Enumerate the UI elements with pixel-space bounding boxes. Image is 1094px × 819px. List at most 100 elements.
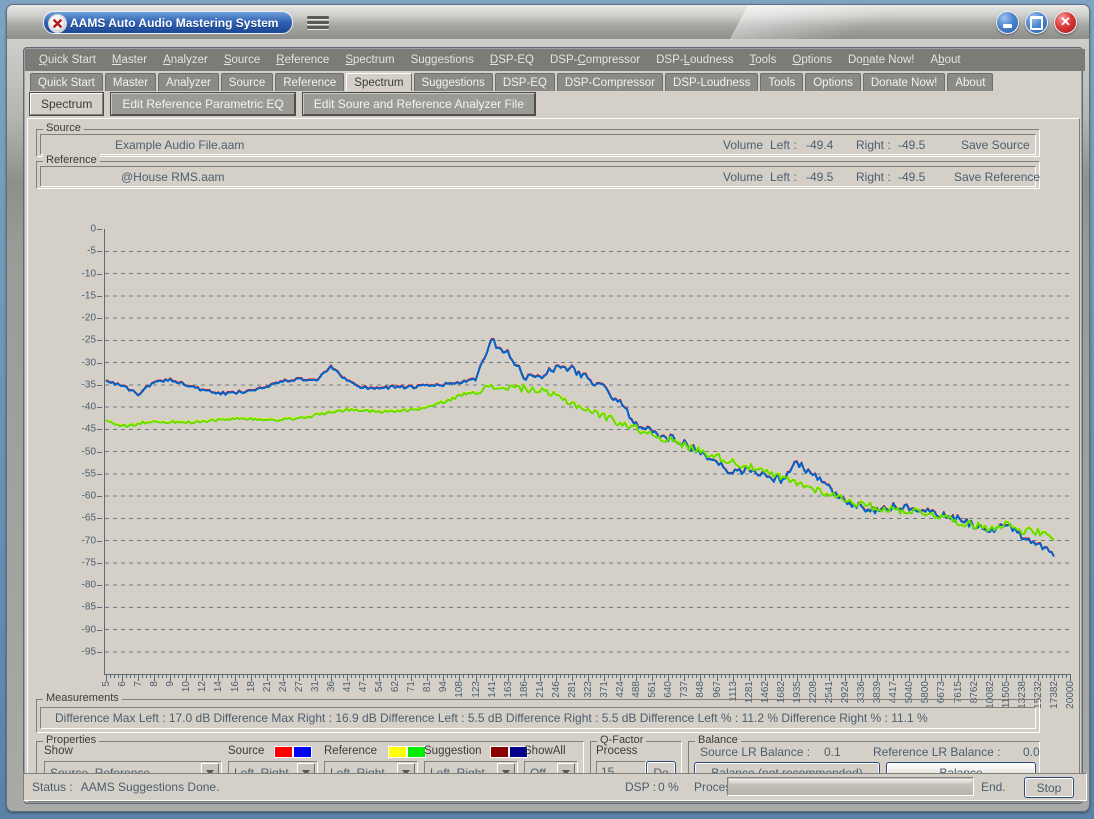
x-tick-mark — [491, 675, 493, 681]
x-tick-mark — [820, 675, 822, 678]
x-tick-mark — [937, 675, 939, 678]
save-reference-button[interactable]: Save Reference — [954, 170, 1040, 184]
x-tick-mark — [290, 675, 292, 678]
x-tick-label: 561 — [647, 681, 659, 698]
y-tick-label: -70 — [81, 535, 96, 546]
x-tick-mark — [712, 675, 714, 678]
x-tick-mark — [106, 675, 107, 681]
aams-logo-icon — [48, 14, 67, 33]
x-tick-mark — [1033, 675, 1035, 678]
menu-item-suggestions[interactable]: Suggestions — [403, 52, 482, 68]
button-edit-soure-and-reference-analyzer-file[interactable]: Edit Soure and Reference Analyzer File — [302, 93, 535, 115]
menu-item-master[interactable]: Master — [104, 52, 155, 68]
minimize-button[interactable] — [996, 11, 1019, 34]
menu-item-options[interactable]: Options — [784, 52, 840, 68]
button-spectrum[interactable]: Spectrum — [30, 93, 104, 115]
x-tick-mark — [435, 675, 437, 678]
x-tick-mark — [816, 675, 818, 678]
button-edit-reference-parametric-eq[interactable]: Edit Reference Parametric EQ — [111, 93, 295, 115]
x-tick-mark — [692, 675, 694, 678]
x-tick-mark — [150, 675, 152, 678]
x-tick-mark — [756, 675, 758, 678]
tab-suggestions[interactable]: Suggestions — [413, 73, 493, 91]
x-tick-label: 36 — [325, 681, 337, 693]
x-tick-mark — [829, 675, 830, 681]
x-tick-mark — [451, 675, 453, 678]
x-tick-mark — [796, 675, 798, 681]
tab-tools[interactable]: Tools — [760, 73, 804, 91]
stop-button[interactable]: Stop — [1024, 777, 1074, 798]
source-group-label: Source — [43, 122, 84, 134]
menu-item-source[interactable]: Source — [216, 52, 268, 68]
x-tick-mark — [391, 675, 393, 678]
x-tick-mark — [592, 675, 594, 678]
x-tick-mark — [913, 675, 915, 678]
tab-spectrum[interactable]: Spectrum — [346, 73, 412, 91]
source-series-label: Source — [228, 745, 265, 757]
tab-dsp-loudness[interactable]: DSP-Loudness — [665, 73, 759, 91]
x-tick-mark — [487, 675, 489, 678]
x-tick-mark — [302, 675, 304, 678]
tab-source[interactable]: Source — [220, 73, 274, 91]
process-progress-bar — [727, 777, 974, 796]
x-tick-mark — [559, 675, 561, 678]
y-tick-mark — [97, 429, 102, 431]
x-tick-mark — [126, 675, 128, 678]
x-tick-mark — [672, 675, 674, 678]
tab-about[interactable]: About — [947, 73, 994, 91]
menu-item-spectrum[interactable]: Spectrum — [337, 52, 402, 68]
menu-item-dsp-compressor[interactable]: DSP-Compressor — [542, 52, 648, 68]
tab-dsp-compressor[interactable]: DSP-Compressor — [556, 73, 664, 91]
tab-options[interactable]: Options — [805, 73, 861, 91]
series-source-left — [105, 337, 1055, 557]
menu-item-tools[interactable]: Tools — [742, 52, 785, 68]
x-tick-mark — [973, 675, 975, 681]
menu-item-reference[interactable]: Reference — [268, 52, 337, 68]
tab-donate-now[interactable]: Donate Now! — [862, 73, 946, 91]
save-source-button[interactable]: Save Source — [961, 138, 1030, 152]
x-tick-label: 81 — [422, 681, 434, 693]
x-tick-mark — [146, 675, 148, 678]
x-tick-mark — [166, 675, 168, 678]
y-tick-mark — [97, 362, 102, 364]
tab-quick-start[interactable]: Quick Start — [30, 73, 103, 91]
menu-item-quick-start[interactable]: Quick Start — [31, 52, 104, 68]
x-tick-label: 214 — [534, 681, 546, 698]
reference-volume-label: Volume — [723, 169, 764, 184]
tab-analyzer[interactable]: Analyzer — [158, 73, 219, 91]
menu-item-donate-now[interactable]: Donate Now! — [840, 52, 923, 68]
x-tick-label: 371 — [599, 681, 611, 698]
x-tick-mark — [515, 675, 517, 678]
chart-x-ticks — [105, 675, 1071, 682]
x-tick-mark — [857, 675, 859, 678]
x-tick-mark — [788, 675, 790, 678]
x-tick-label: 18 — [245, 681, 257, 693]
menu-item-analyzer[interactable]: Analyzer — [155, 52, 216, 68]
x-tick-mark — [748, 675, 750, 681]
x-tick-mark — [238, 675, 240, 678]
x-tick-label: 281 — [566, 681, 578, 698]
x-tick-mark — [941, 675, 943, 681]
x-tick-mark — [1041, 675, 1043, 678]
y-tick-label: -55 — [81, 468, 96, 480]
tab-dsp-eq[interactable]: DSP-EQ — [494, 73, 555, 91]
x-tick-mark — [375, 675, 377, 678]
tab-reference[interactable]: Reference — [275, 73, 345, 91]
maximize-button[interactable] — [1025, 11, 1048, 34]
menu-item-about[interactable]: About — [923, 52, 969, 68]
menu-icon[interactable] — [307, 16, 329, 30]
x-tick-mark — [226, 675, 228, 678]
close-button[interactable]: ✕ — [1054, 11, 1077, 34]
stop-label: Stop — [1036, 780, 1062, 795]
x-tick-mark — [543, 675, 545, 678]
x-tick-mark — [768, 675, 770, 678]
x-tick-mark — [925, 675, 927, 681]
x-tick-mark — [620, 675, 622, 681]
x-tick-mark — [945, 675, 947, 678]
tab-master[interactable]: Master — [104, 73, 157, 91]
menu-item-dsp-eq[interactable]: DSP-EQ — [482, 52, 542, 68]
y-tick-mark — [97, 384, 102, 386]
x-tick-mark — [804, 675, 806, 678]
x-tick-mark — [1005, 675, 1007, 681]
menu-item-dsp-loudness[interactable]: DSP-Loudness — [648, 52, 741, 68]
